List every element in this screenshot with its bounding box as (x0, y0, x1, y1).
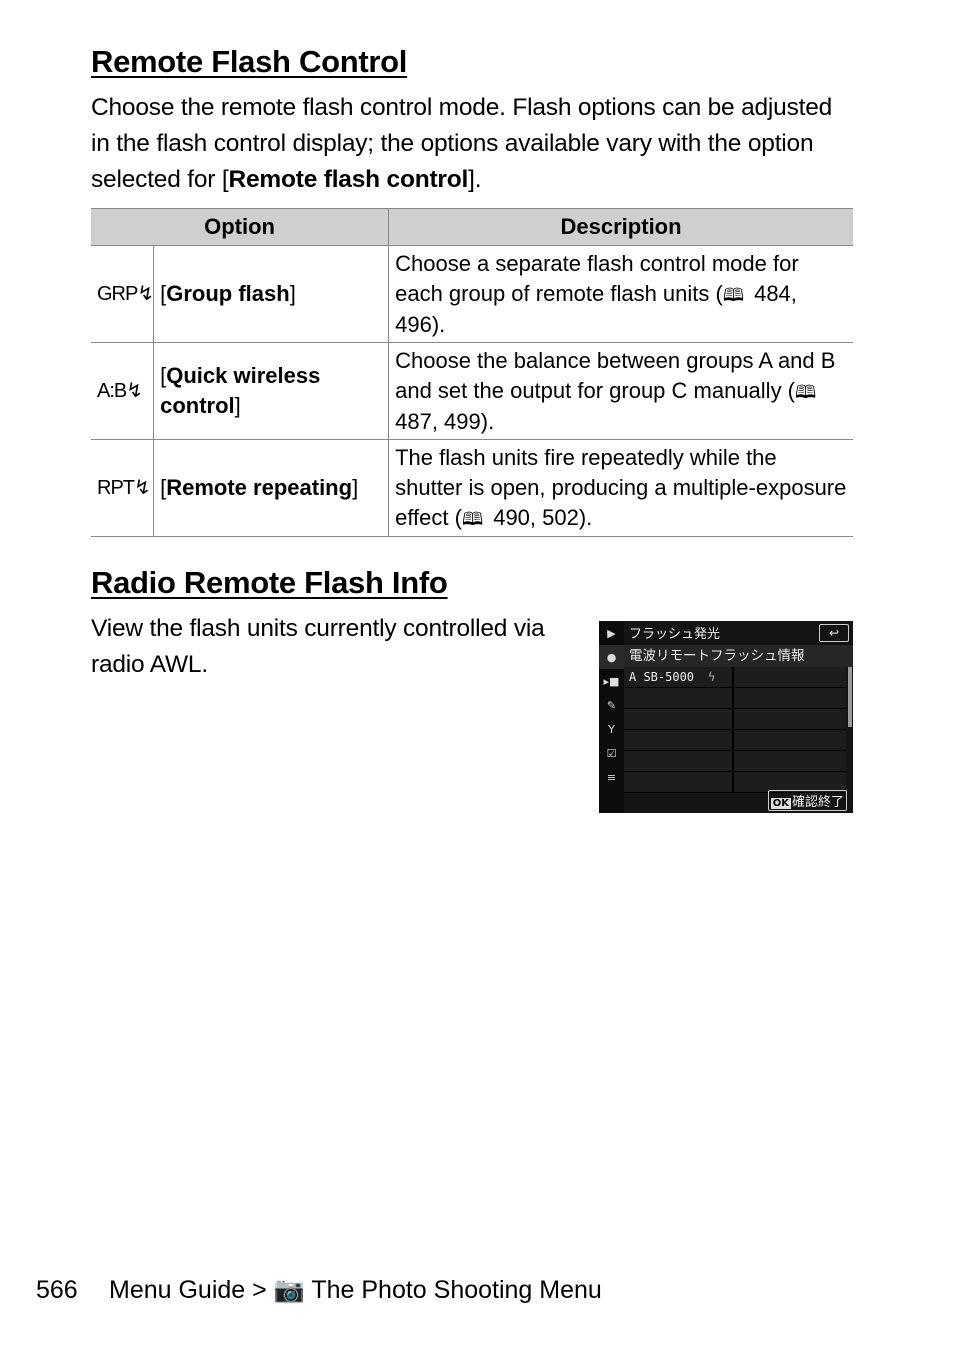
option-description: Choose a separate flash control mode for… (388, 245, 853, 343)
camera-icon: ● (599, 645, 624, 669)
intro-paragraph: Choose the remote flash control mode. Fl… (91, 94, 833, 193)
section-title-remote-flash-control: Remote Flash Control (91, 44, 408, 79)
option-description: Choose the balance between groups A and … (388, 342, 853, 440)
group-flash-icon: GRP↯ (91, 245, 155, 343)
wrench-icon: Y (608, 722, 615, 736)
camera-screen: ▶ ● ▸■ ✎ Y ☑ ≡ フラッシュ発光 ↩ 電波リモートフラッシュ情報 A… (599, 621, 853, 813)
playback-icon: ▶ (607, 626, 616, 640)
list-item (624, 709, 846, 730)
scrollbar (848, 667, 852, 727)
ok-confirm-label: OK 確認終了 (767, 790, 847, 811)
section-title-radio-remote-flash-info: Radio Remote Flash Info (91, 565, 448, 600)
pencil-icon: ✎ (606, 698, 617, 712)
screen-highlight: 電波リモートフラッシュ情報 (624, 645, 853, 667)
table-row: RPT↯ [Remote repeating] The flash units … (91, 439, 853, 537)
retouch-icon: ☑ (606, 746, 617, 760)
intro-bold: Remote flash control (228, 166, 469, 193)
header-description: Description (388, 208, 853, 246)
my-menu-icon: ≡ (606, 770, 617, 784)
camera-icon: 📷 (273, 1276, 305, 1304)
flash-unit-list: A SB-5000 ϟ (624, 667, 846, 793)
movie-icon: ▸■ (603, 674, 620, 688)
list-item (624, 730, 846, 751)
option-description: The flash units fire repeatedly while th… (388, 439, 853, 537)
breadcrumb-menu-guide[interactable]: Menu Guide > (109, 1276, 267, 1304)
table-header-row: Option Description (91, 208, 853, 246)
quick-wireless-icon: A:B↯ (91, 342, 155, 440)
option-name: [Remote repeating] (153, 439, 390, 537)
flash-icon: ϟ (708, 670, 716, 684)
options-table: Option Description GRP↯ [Group flash] Ch… (91, 208, 853, 537)
screen-title: フラッシュ発光 (629, 627, 721, 642)
menu-sidebar: ▶ ● ▸■ ✎ Y ☑ ≡ (599, 621, 624, 813)
back-icon: ↩ (819, 624, 849, 642)
remote-repeating-icon: RPT↯ (91, 439, 155, 537)
radio-info-paragraph: View the flash units currently controlle… (91, 615, 545, 678)
list-item (624, 688, 846, 709)
list-item: A SB-5000 ϟ (624, 667, 846, 688)
page-number: 566 (36, 1276, 78, 1304)
book-icon: 🕮 (722, 284, 745, 305)
header-option: Option (91, 208, 389, 246)
book-icon: 🕮 (795, 381, 817, 402)
list-item (624, 751, 846, 772)
option-name: [Group flash] (153, 245, 390, 343)
ok-icon: OK (770, 798, 791, 809)
table-row: GRP↯ [Group flash] Choose a separate fla… (91, 245, 853, 343)
page-reference-link[interactable]: 487, 499). (395, 409, 494, 434)
page-reference-link[interactable]: 490, 502). (493, 505, 592, 530)
breadcrumb: Menu Guide > 📷 The Photo Shooting Menu (109, 1276, 602, 1305)
table-row: A:B↯ [Quick wireless control] Choose the… (91, 342, 853, 440)
option-name: [Quick wireless control] (153, 342, 390, 440)
breadcrumb-photo-shooting-menu[interactable]: The Photo Shooting Menu (311, 1276, 601, 1304)
book-icon: 🕮 (461, 508, 484, 529)
